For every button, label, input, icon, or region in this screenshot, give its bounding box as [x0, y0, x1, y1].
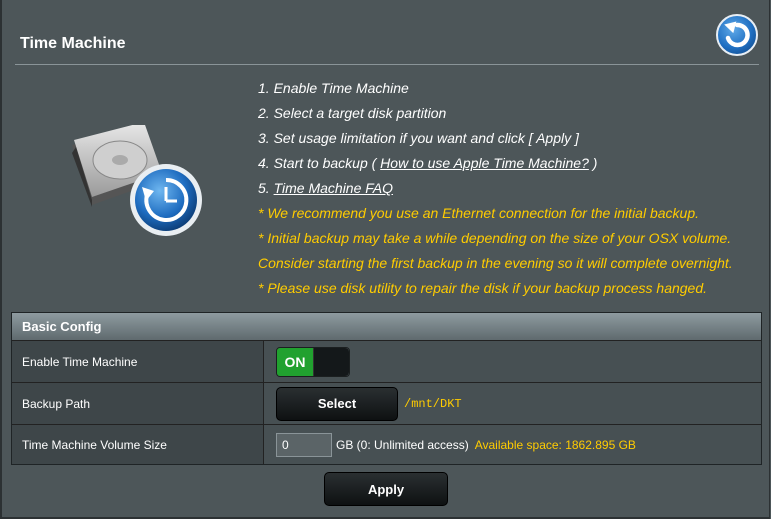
- step-4-prefix: 4. Start to backup (: [258, 155, 381, 171]
- step-4: 4. Start to backup ( How to use Apple Ti…: [258, 151, 758, 176]
- note-disk-utility: * Please use disk utility to repair the …: [258, 280, 708, 296]
- how-to-use-time-machine-link[interactable]: How to use Apple Time Machine?: [380, 155, 589, 171]
- time-machine-faq-link[interactable]: Time Machine FAQ: [274, 180, 393, 196]
- volume-size-input[interactable]: [276, 432, 332, 457]
- volume-size-row: Time Machine Volume Size GB (0: Unlimite…: [12, 425, 761, 464]
- note-initial-backup: * Initial backup may take a while depend…: [258, 230, 732, 246]
- step-5: 5. Time Machine FAQ: [258, 176, 758, 201]
- back-arrow-icon: [724, 21, 750, 48]
- note-overnight: Consider starting the first backup in th…: [258, 255, 733, 271]
- title-divider: [15, 64, 759, 65]
- time-machine-panel: Time Machine 1. Enable Time Machine 2. S…: [0, 0, 770, 519]
- backup-path-label: Backup Path: [12, 383, 264, 424]
- volume-unit-text: GB (0: Unlimited access): [336, 437, 469, 452]
- apply-button[interactable]: Apply: [324, 472, 448, 506]
- available-space: Available space: 1862.895 GB: [474, 437, 636, 452]
- step-5-prefix: 5.: [258, 180, 274, 196]
- basic-config-header: Basic Config: [12, 313, 761, 341]
- basic-config-table: Basic Config Enable Time Machine ON Back…: [11, 312, 762, 465]
- back-button[interactable]: [716, 14, 758, 56]
- step-1: 1. Enable Time Machine: [258, 80, 409, 96]
- volume-size-label: Time Machine Volume Size: [12, 425, 264, 464]
- select-button[interactable]: Select: [276, 386, 398, 421]
- backup-path-row: Backup Path Select /mnt/DKT: [12, 383, 761, 425]
- enable-label: Enable Time Machine: [12, 341, 264, 382]
- toggle-knob: [313, 347, 349, 376]
- toggle-on-text: ON: [277, 347, 313, 376]
- hard-disk-time-machine-icon: [72, 125, 202, 236]
- step-4-suffix: ): [588, 155, 598, 171]
- enable-row: Enable Time Machine ON: [12, 341, 761, 383]
- instructions: 1. Enable Time Machine 2. Select a targe…: [258, 76, 758, 301]
- backup-path-value: /mnt/DKT: [404, 396, 462, 411]
- page-title: Time Machine: [20, 35, 126, 52]
- note-ethernet: * We recommend you use an Ethernet conne…: [258, 205, 699, 221]
- step-2: 2. Select a target disk partition: [258, 105, 447, 121]
- step-3: 3. Set usage limitation if you want and …: [258, 130, 579, 146]
- enable-time-machine-toggle[interactable]: ON: [276, 346, 350, 377]
